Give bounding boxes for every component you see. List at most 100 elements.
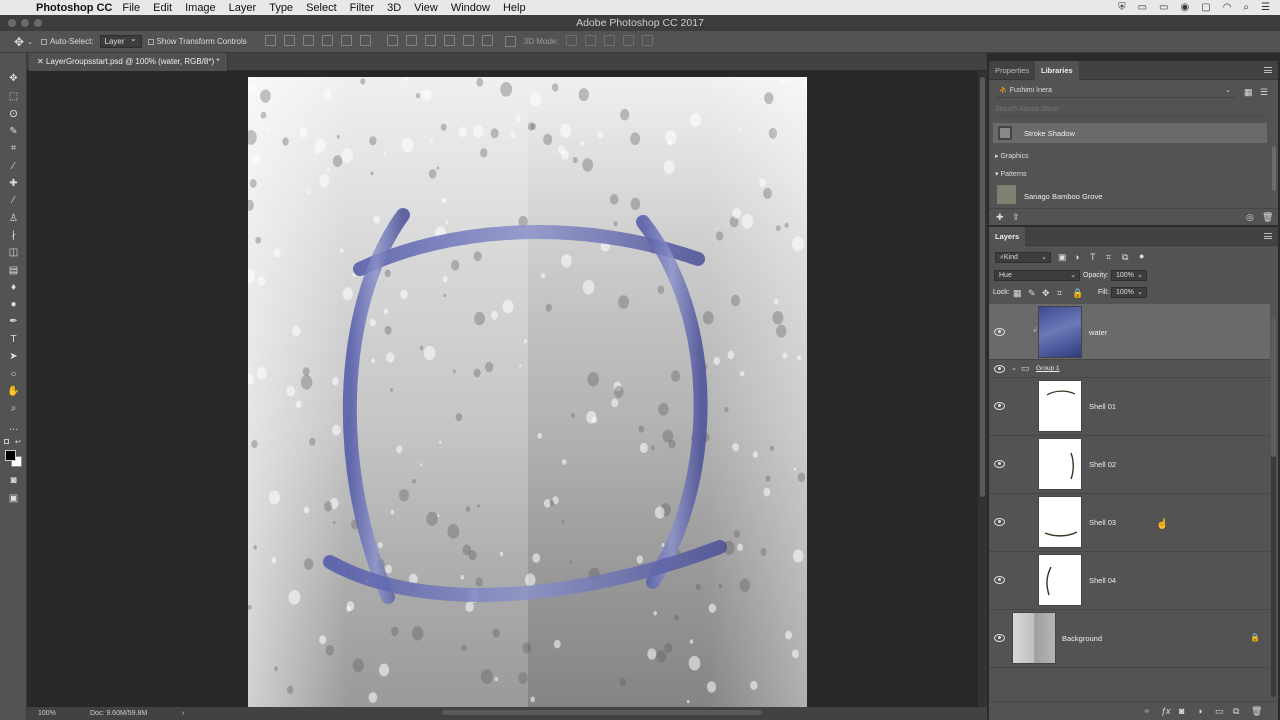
align-hcenter-icon[interactable] (340, 35, 352, 46)
doc-size[interactable]: Doc: 9.60M/59.8M (90, 707, 147, 720)
battery-icon[interactable]: ▭ (1159, 2, 1168, 13)
opacity-field[interactable]: 100% ⌄ (1111, 270, 1147, 281)
swap-colors-icon[interactable]: ↩ (15, 438, 21, 446)
tab-layers[interactable]: Layers (989, 227, 1026, 246)
layer-row-shell-04[interactable]: Shell 04 (989, 552, 1270, 610)
lasso-tool-icon[interactable]: ʘ (7, 109, 20, 121)
brush-tool-icon[interactable]: ∕ (7, 195, 20, 207)
add-content-icon[interactable]: ✚ (996, 212, 1004, 222)
pen-tool-icon[interactable]: ✒ (7, 316, 20, 328)
eye-icon[interactable] (994, 402, 1005, 410)
add-mask-icon[interactable]: ◙ (1179, 706, 1184, 716)
document-tab[interactable]: ✕ LayerGroupsstart.psd @ 100% (water, RG… (29, 53, 229, 71)
ellipse-tool-icon[interactable]: ○ (7, 369, 20, 381)
menu-file[interactable]: File (122, 2, 140, 14)
menu-select[interactable]: Select (306, 2, 337, 14)
quick-select-tool-icon[interactable]: ✎ (7, 126, 20, 138)
pattern-thumbnail[interactable] (997, 185, 1016, 204)
lock-all-icon[interactable]: 🔒 (1072, 288, 1083, 298)
wifi-icon[interactable]: ◠ (1223, 2, 1232, 13)
grid-view-icon[interactable]: ▦ (1244, 87, 1253, 97)
cloud-sync-icon[interactable]: ◎ (1246, 212, 1254, 222)
layer-row-shell-01[interactable]: Shell 01 (989, 378, 1270, 436)
library-select[interactable]: ⛹ Fushimi Inera ⌄ (995, 86, 1235, 98)
eyedropper-tool-icon[interactable]: ⁄ (7, 161, 20, 173)
eye-icon[interactable] (994, 518, 1005, 526)
move-tool-icon[interactable]: ✥ (7, 73, 20, 85)
screen-icon[interactable]: ▢ (1201, 2, 1210, 13)
shield-icon[interactable]: ⛨ (1118, 2, 1126, 13)
filter-toggle-icon[interactable]: ● (1139, 251, 1144, 261)
layer-row-shell-03[interactable]: Shell 03 ☝ (989, 494, 1270, 552)
close-tab-icon[interactable]: ✕ (37, 57, 46, 66)
align-vcenter-icon[interactable] (283, 35, 295, 46)
status-menu-chevron-icon[interactable]: › (182, 707, 184, 720)
path-selection-tool-icon[interactable]: ➤ (7, 351, 20, 363)
zoom-level[interactable]: 100% (38, 707, 56, 720)
section-graphics[interactable]: ▸ Graphics (995, 152, 1028, 160)
layer-row-background[interactable]: Background 🔒 (989, 610, 1270, 668)
layer-name[interactable]: water (1089, 328, 1107, 337)
section-patterns[interactable]: ▾ Patterns (995, 170, 1027, 178)
menu-app-name[interactable]: Photoshop CC (36, 2, 112, 14)
foreground-color-swatch[interactable] (5, 450, 16, 461)
filter-type-icon[interactable]: T (1090, 252, 1096, 262)
menu-type[interactable]: Type (269, 2, 293, 14)
menu-layer[interactable]: Layer (229, 2, 257, 14)
layer-row-group-1[interactable]: ⌄ ▭ Group 1 (989, 360, 1270, 378)
panel-menu-icon[interactable] (1264, 233, 1272, 239)
auto-select-target-dropdown[interactable]: Layer (99, 34, 142, 48)
menu-view[interactable]: View (414, 2, 438, 14)
creative-cloud-icon[interactable]: ◉ (1181, 2, 1190, 13)
filter-smart-object-icon[interactable]: ⧉ (1122, 252, 1128, 262)
distribute-left-icon[interactable] (443, 35, 455, 46)
canvas-vertical-scrollbar[interactable] (978, 71, 987, 707)
align-right-icon[interactable] (359, 35, 371, 46)
tab-properties[interactable]: Properties (989, 61, 1035, 80)
crop-tool-icon[interactable]: ⌗ (7, 143, 20, 155)
layer-name[interactable]: Shell 02 (1089, 460, 1116, 469)
filter-kind-dropdown[interactable]: ⌕Kind ⌄ (995, 252, 1051, 263)
clone-stamp-tool-icon[interactable]: ♙ (7, 213, 20, 225)
vertical-scroll-thumb[interactable] (980, 77, 985, 497)
upload-icon[interactable]: ⇪ (1012, 212, 1020, 222)
3d-slide-icon[interactable] (623, 35, 635, 46)
type-tool-icon[interactable]: T (7, 334, 20, 346)
layer-name[interactable]: Shell 01 (1089, 402, 1116, 411)
auto-align-icon[interactable] (504, 36, 516, 47)
menu-3d[interactable]: 3D (387, 2, 401, 14)
menu-image[interactable]: Image (185, 2, 216, 14)
pattern-item-label[interactable]: Sanago Bamboo Grove (1024, 192, 1102, 201)
lock-position-icon[interactable]: ✥ (1042, 288, 1050, 298)
auto-select-checkbox[interactable] (40, 38, 47, 45)
default-colors-icon[interactable] (4, 439, 9, 444)
eraser-tool-icon[interactable]: ◫ (7, 247, 20, 259)
align-top-icon[interactable] (264, 35, 276, 46)
distribute-hcenter-icon[interactable] (462, 35, 474, 46)
menu-edit[interactable]: Edit (153, 2, 172, 14)
minimize-window-button[interactable] (21, 19, 29, 27)
align-left-icon[interactable] (321, 35, 333, 46)
panel-menu-icon[interactable] (1264, 67, 1272, 73)
lock-artboard-icon[interactable]: ⌗ (1057, 288, 1062, 298)
libraries-scrollbar[interactable] (1272, 146, 1276, 191)
screen-mode-icon[interactable]: ▣ (7, 493, 20, 505)
filter-pixel-icon[interactable]: ▣ (1058, 252, 1067, 262)
list-view-icon[interactable]: ☰ (1260, 87, 1268, 97)
fx-icon[interactable]: ƒx (1161, 706, 1171, 716)
horizontal-scroll-thumb[interactable] (442, 710, 762, 715)
marquee-tool-icon[interactable]: ⬚ (7, 91, 20, 103)
delete-layer-icon[interactable]: 🗑 (1251, 706, 1262, 716)
zoom-window-button[interactable] (34, 19, 42, 27)
distribute-top-icon[interactable] (386, 35, 398, 46)
adjustment-layer-icon[interactable]: ◑ (1197, 706, 1202, 716)
stock-search-input[interactable] (995, 104, 1267, 116)
eye-icon[interactable] (994, 328, 1005, 336)
layer-name[interactable]: Shell 03 (1089, 518, 1116, 527)
eye-icon[interactable] (994, 365, 1005, 373)
3d-roll-icon[interactable] (585, 35, 597, 46)
3d-orbit-icon[interactable] (566, 35, 578, 46)
filter-adjustment-icon[interactable]: ◑ (1074, 252, 1079, 262)
gradient-tool-icon[interactable]: ▤ (7, 265, 20, 277)
lock-transparent-icon[interactable]: ▦ (1013, 288, 1022, 298)
